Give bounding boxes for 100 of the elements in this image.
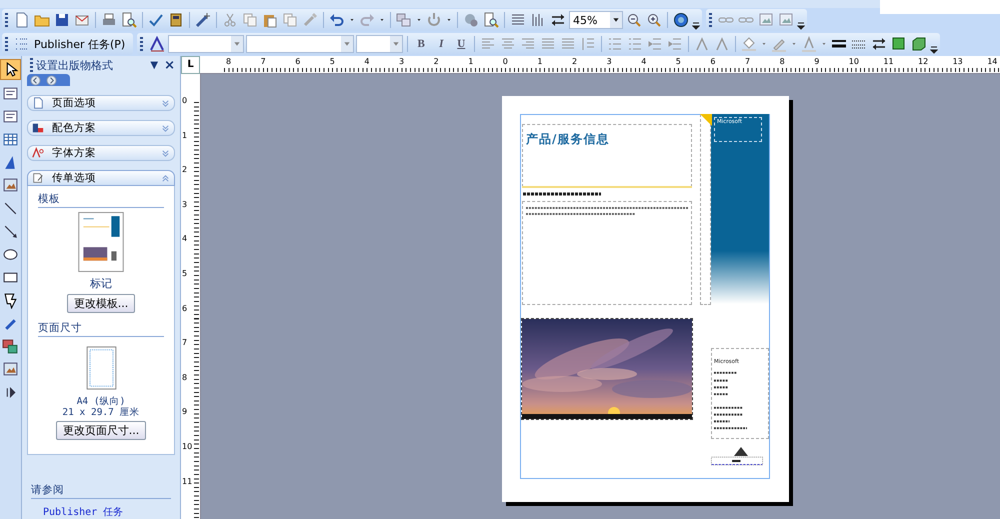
format-button[interactable]: U [452, 35, 470, 53]
format-button[interactable]: I [432, 35, 450, 53]
ruler-number: 9 [182, 407, 188, 416]
wand-icon[interactable] [195, 12, 211, 28]
chevron-icon[interactable] [161, 148, 170, 158]
ruler-number: 5 [328, 57, 335, 66]
ruler-number: 8 [778, 57, 785, 66]
change-template-button[interactable]: 更改模板... [66, 294, 136, 313]
styles-icon[interactable] [149, 36, 166, 52]
ruler-number: 3 [182, 200, 188, 209]
page-preview-icon [86, 346, 116, 390]
section-header[interactable]: 传单选项 [27, 170, 175, 186]
print-icon[interactable] [101, 12, 117, 28]
chevron-icon[interactable] [161, 98, 170, 108]
section-header[interactable]: 配色方案 [27, 120, 175, 136]
section-heading: 模板 [38, 192, 164, 208]
template-preview-drawing[interactable] [78, 212, 124, 272]
arrow-style-icon[interactable] [871, 36, 888, 52]
arrows-icon[interactable] [550, 12, 566, 28]
ruler-number: 3 [398, 57, 404, 66]
pointer-icon[interactable] [0, 59, 21, 80]
ruler-number: 12 [917, 57, 928, 66]
logo-icon[interactable] [731, 445, 751, 457]
ruler-number: 4 [640, 57, 646, 66]
ruler-number: 11 [182, 476, 192, 486]
spelling-icon[interactable] [148, 12, 164, 28]
text-lines-drawing [711, 455, 763, 467]
ruler-number: 0 [182, 96, 188, 105]
ruler-number: 8 [225, 57, 232, 66]
template-name: 标记 [90, 276, 112, 291]
cube-icon[interactable] [911, 36, 928, 52]
ruler-number: 10 [182, 442, 192, 451]
save-icon[interactable] [54, 12, 70, 28]
shadow-icon[interactable] [891, 36, 908, 52]
ruler-number: 1 [467, 57, 474, 66]
text-frame[interactable] [522, 201, 692, 305]
ruler-number: 10 [848, 57, 859, 66]
book-icon[interactable] [168, 12, 184, 28]
zoom-field[interactable]: 45% [569, 11, 623, 29]
shrink-font-icon[interactable] [694, 36, 710, 52]
chevron-icon[interactable] [161, 174, 170, 182]
stack-icon[interactable] [396, 12, 412, 28]
page-size-name: A4 (纵向) [76, 396, 126, 407]
chevron-icon[interactable] [161, 124, 170, 132]
help-icon[interactable] [673, 12, 689, 28]
ruler-number: 7 [260, 57, 266, 66]
fill-bucket-icon[interactable] [741, 36, 758, 52]
zoom-out-icon[interactable] [626, 12, 642, 28]
font-color-icon[interactable] [801, 36, 818, 52]
back-icon[interactable] [30, 74, 41, 86]
ruler-number: 7 [744, 57, 750, 66]
format-icon[interactable] [282, 12, 298, 28]
numbered-list-icon[interactable] [607, 36, 624, 52]
print-preview-icon[interactable] [121, 12, 137, 28]
caret-icon[interactable] [610, 12, 622, 28]
page-size-dimensions: 21 x 29.7 厘米 [62, 407, 140, 418]
new-page-icon[interactable] [14, 12, 30, 28]
section-header[interactable]: 页面选项 [27, 95, 175, 111]
rotate-icon[interactable] [426, 12, 442, 28]
publisher-tasks-link[interactable]: Publisher 任务 [43, 505, 175, 519]
checklist-icon [14, 36, 30, 52]
line-spacing-icon[interactable] [580, 36, 596, 52]
ruler-number: 6 [294, 57, 300, 66]
triangle-icon [700, 114, 712, 126]
indent-icon[interactable] [667, 36, 684, 52]
pane-title: 设置出版物格式 [36, 58, 114, 73]
ruler-number: 6 [182, 304, 188, 313]
section-icon [32, 122, 44, 134]
ruler-number: 5 [182, 269, 188, 278]
section-icon [32, 97, 44, 109]
copy-icon[interactable] [242, 12, 258, 28]
section-icon [32, 172, 44, 184]
pane-menu-button[interactable]: ▼ [150, 60, 158, 71]
outdent-icon[interactable] [647, 36, 664, 52]
close-button[interactable]: × [164, 58, 175, 73]
web-preview-icon[interactable] [483, 12, 499, 28]
cut-icon[interactable] [222, 12, 238, 28]
ruler-number: 2 [182, 165, 188, 174]
tab-selector[interactable]: L [181, 56, 200, 74]
picture-icon[interactable] [758, 12, 774, 28]
grow-font-icon[interactable] [714, 36, 730, 52]
format-button[interactable]: B [412, 35, 430, 53]
undo-icon[interactable] [329, 12, 345, 28]
section-header[interactable]: 字体方案 [27, 145, 175, 161]
ruler-number: 5 [674, 57, 681, 66]
ruler-number: 2 [571, 57, 578, 66]
publication-title: 产品/服务信息 [526, 131, 610, 148]
forward-icon[interactable] [46, 74, 57, 86]
ruler-number: 8 [182, 372, 188, 382]
help-search-field[interactable] [880, 0, 1000, 14]
bullet-list-icon[interactable] [627, 36, 644, 52]
zoom-in-icon[interactable] [646, 12, 662, 28]
ruler-number: 3 [606, 57, 612, 66]
change-page-size-button[interactable]: 更改页面尺寸... [56, 421, 146, 440]
design-gallery-icon[interactable] [1, 337, 20, 356]
section-heading: 页面尺寸 [38, 321, 164, 337]
paste-icon[interactable] [262, 12, 278, 28]
section-heading: 请参阅 [31, 483, 171, 499]
ruler-number: 4 [182, 234, 188, 244]
ruler-number: 13 [952, 57, 963, 66]
